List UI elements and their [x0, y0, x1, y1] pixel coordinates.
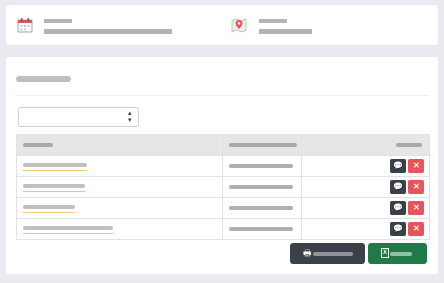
row-actions-cell: 💬 ✕ [301, 176, 430, 198]
comment-icon: 💬 [393, 224, 404, 233]
data-table: 💬 ✕ 💬 ✕ 💬 ✕ 💬 ✕ [16, 134, 430, 240]
print-button[interactable]: 🖶 [290, 243, 365, 264]
row-link[interactable] [23, 163, 87, 171]
delete-button[interactable]: ✕ [408, 222, 425, 236]
table-row: 💬 ✕ [16, 155, 430, 177]
row-value [228, 206, 293, 210]
comment-button[interactable]: 💬 [390, 201, 407, 215]
delete-button[interactable]: ✕ [408, 180, 425, 194]
column-header-name [16, 134, 223, 156]
comment-icon: 💬 [393, 203, 404, 212]
calendar-info-block [16, 5, 216, 45]
row-value [228, 164, 293, 168]
export-excel-button[interactable]: X [368, 243, 427, 264]
row-name-cell [16, 155, 223, 177]
close-icon: ✕ [412, 182, 420, 191]
export-excel-button-label [390, 252, 412, 256]
comment-icon: 💬 [393, 161, 404, 170]
row-value [228, 227, 293, 231]
row-actions-cell: 💬 ✕ [301, 218, 430, 240]
info-card [6, 5, 438, 45]
row-actions-cell: 💬 ✕ [301, 155, 430, 177]
row-actions-cell: 💬 ✕ [301, 197, 430, 219]
location-info-subtitle [259, 29, 312, 34]
location-info-block [230, 5, 430, 45]
row-value-cell [221, 155, 303, 177]
row-value [228, 185, 293, 189]
filter-select[interactable]: ▴ ▾ [18, 107, 139, 127]
header-divider [15, 95, 429, 96]
print-button-label [313, 252, 353, 256]
main-card: ▴ ▾ 💬 ✕ 💬 ✕ 💬 ✕ 💬 ✕ 🖶 X [6, 57, 438, 274]
row-link[interactable] [23, 184, 85, 192]
row-name-cell [16, 218, 223, 240]
close-icon: ✕ [412, 161, 420, 170]
table-header-row [16, 134, 430, 156]
delete-button[interactable]: ✕ [408, 201, 425, 215]
row-link[interactable] [23, 226, 113, 234]
calendar-icon [17, 18, 33, 33]
row-link[interactable] [23, 205, 75, 213]
select-arrows-icon: ▴ ▾ [128, 110, 132, 124]
row-value-cell [221, 218, 303, 240]
calendar-info-subtitle [44, 29, 172, 34]
row-value-cell [221, 197, 303, 219]
close-icon: ✕ [412, 203, 420, 212]
excel-file-icon: X [381, 248, 389, 258]
calendar-info-title [44, 19, 72, 23]
card-title [16, 76, 71, 82]
row-value-cell [221, 176, 303, 198]
comment-button[interactable]: 💬 [390, 222, 407, 236]
printer-icon: 🖶 [303, 248, 312, 258]
column-header-value [221, 134, 303, 156]
close-icon: ✕ [412, 224, 420, 233]
location-info-title [259, 19, 287, 23]
comment-button[interactable]: 💬 [390, 159, 407, 173]
column-header-actions [301, 134, 430, 156]
row-name-cell [16, 197, 223, 219]
comment-button[interactable]: 💬 [390, 180, 407, 194]
delete-button[interactable]: ✕ [408, 159, 425, 173]
table-row: 💬 ✕ [16, 218, 430, 240]
row-name-cell [16, 176, 223, 198]
table-row: 💬 ✕ [16, 197, 430, 219]
table-row: 💬 ✕ [16, 176, 430, 198]
map-pin-icon [231, 18, 247, 33]
comment-icon: 💬 [393, 182, 404, 191]
